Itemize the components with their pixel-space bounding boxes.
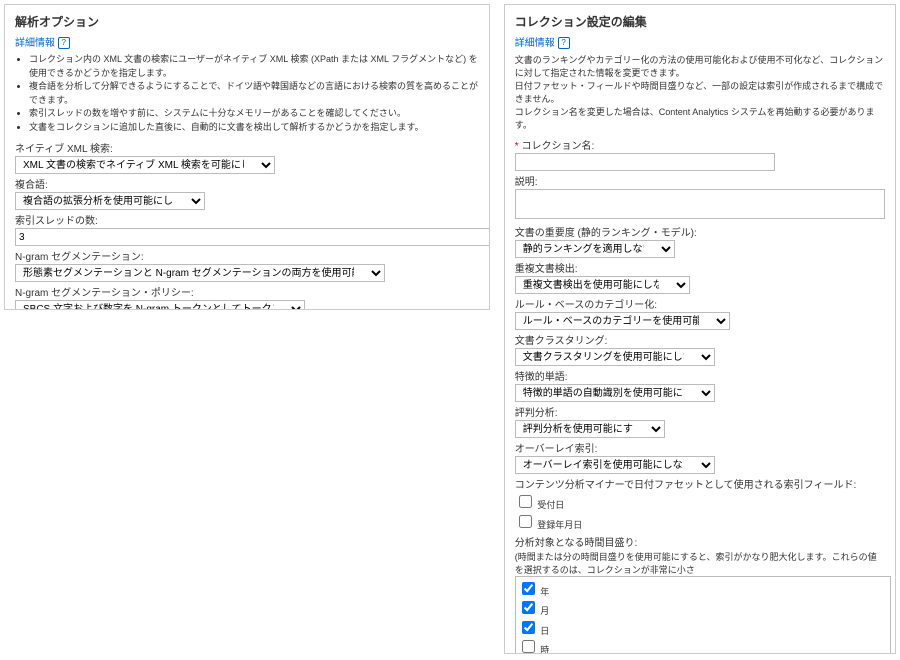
- parse-options-panel: 解析オプション 詳細情報 ? コレクション内の XML 文書の検索にユーザーがネ…: [4, 4, 490, 310]
- sentiment-select[interactable]: 評判分析を使用可能にする: [515, 420, 665, 438]
- checkbox-item[interactable]: 日: [518, 618, 888, 638]
- parse-opts-desc-item: 文書をコレクションに追加した直後に、自動的に文書を検出して解析するかどうかを指定…: [29, 121, 479, 135]
- parse-opts-desc-item: 索引スレッドの数を増やす前に、システムに十分なメモリーがあることを確認してくださ…: [29, 107, 479, 121]
- rulecat-select[interactable]: ルール・ベースのカテゴリーを使用可能にする: [515, 312, 730, 330]
- checkbox-item[interactable]: 時: [518, 637, 888, 654]
- help-icon[interactable]: ?: [58, 37, 70, 49]
- help-icon[interactable]: ?: [558, 37, 570, 49]
- parse-opts-desc-item: コレクション内の XML 文書の検索にユーザーがネイティブ XML 検索 (XP…: [29, 53, 479, 80]
- ngram-pol-label: N-gram セグメンテーション・ポリシー:: [15, 284, 479, 299]
- parse-opts-desc-list: コレクション内の XML 文書の検索にユーザーがネイティブ XML 検索 (XP…: [29, 53, 479, 134]
- threads-input[interactable]: [15, 228, 490, 246]
- threads-label: 索引スレッドの数:: [15, 212, 479, 227]
- parse-opts-desc-item: 複合語を分析して分解できるようにすることで、ドイツ語や韓国語などの言語における検…: [29, 80, 479, 107]
- dup-label: 重複文書検出:: [515, 260, 885, 275]
- collection-settings-panel: コレクション設定の編集 詳細情報 ? 文書のランキングやカテゴリー化の方法の使用…: [504, 4, 896, 654]
- dup-select[interactable]: 重複文書検出を使用可能にしない: [515, 276, 690, 294]
- compound-label: 複合語:: [15, 176, 479, 191]
- overlay-label: オーバーレイ索引:: [515, 440, 885, 455]
- collection-settings-title: コレクション設定の編集: [515, 13, 885, 30]
- checkbox-item[interactable]: 年: [518, 579, 888, 599]
- scale-checkbox-group: 年 月 日 時 分: [515, 576, 891, 654]
- description-textarea[interactable]: [515, 189, 885, 219]
- specword-label: 特徴的単語:: [515, 368, 885, 383]
- coll-desc3: コレクション名を変更した場合は、Content Analytics システムを再…: [515, 105, 885, 131]
- details-link-left[interactable]: 詳細情報 ?: [15, 34, 479, 49]
- colname-input[interactable]: [515, 153, 775, 171]
- scale-note: (時間または分の時間目盛りを使用可能にすると、索引がかなり肥大化します。これらの…: [515, 550, 885, 576]
- ngram-pol-select[interactable]: SBCS 文字および数字を N-gram トークンとしてトークン化しない: [15, 300, 305, 310]
- ngram-seg-select[interactable]: 形態素セグメンテーションと N-gram セグメンテーションの両方を使用可能にす…: [15, 264, 385, 282]
- native-xml-select[interactable]: XML 文書の検索でネイティブ XML 検索を可能にしない: [15, 156, 275, 174]
- importance-select[interactable]: 静的ランキングを適用しない: [515, 240, 675, 258]
- coll-desc1: 文書のランキングやカテゴリー化の方法の使用可能化および使用不可化など、コレクショ…: [515, 53, 885, 79]
- ngram-seg-label: N-gram セグメンテーション:: [15, 248, 479, 263]
- coll-desc2: 日付ファセット・フィールドや時間目盛りなど、一部の設定は索引が作成されるまで構成…: [515, 79, 885, 105]
- importance-label: 文書の重要度 (静的ランキング・モデル):: [515, 224, 885, 239]
- native-xml-label: ネイティブ XML 検索:: [15, 140, 479, 155]
- description-label: 説明:: [515, 173, 885, 188]
- scale-label: 分析対象となる時間目盛り:: [515, 534, 885, 549]
- colname-label: * コレクション名:: [515, 137, 885, 152]
- compound-select[interactable]: 複合語の拡張分析を使用可能にしない: [15, 192, 205, 210]
- cluster-label: 文書クラスタリング:: [515, 332, 885, 347]
- specword-select[interactable]: 特徴的単語の自動識別を使用可能にする: [515, 384, 715, 402]
- sentiment-label: 評判分析:: [515, 404, 885, 419]
- datefacet-opt[interactable]: 登録年月日: [515, 512, 885, 532]
- datefacet-label: コンテンツ分析マイナーで日付ファセットとして使用される索引フィールド:: [515, 476, 885, 491]
- overlay-select[interactable]: オーバーレイ索引を使用可能にしない: [515, 456, 715, 474]
- parse-options-title: 解析オプション: [15, 13, 479, 30]
- datefacet-opt[interactable]: 受付日: [515, 492, 885, 512]
- checkbox-item[interactable]: 月: [518, 598, 888, 618]
- rulecat-label: ルール・ベースのカテゴリー化:: [515, 296, 885, 311]
- cluster-select[interactable]: 文書クラスタリングを使用可能にしない: [515, 348, 715, 366]
- details-link-right[interactable]: 詳細情報 ?: [515, 34, 885, 49]
